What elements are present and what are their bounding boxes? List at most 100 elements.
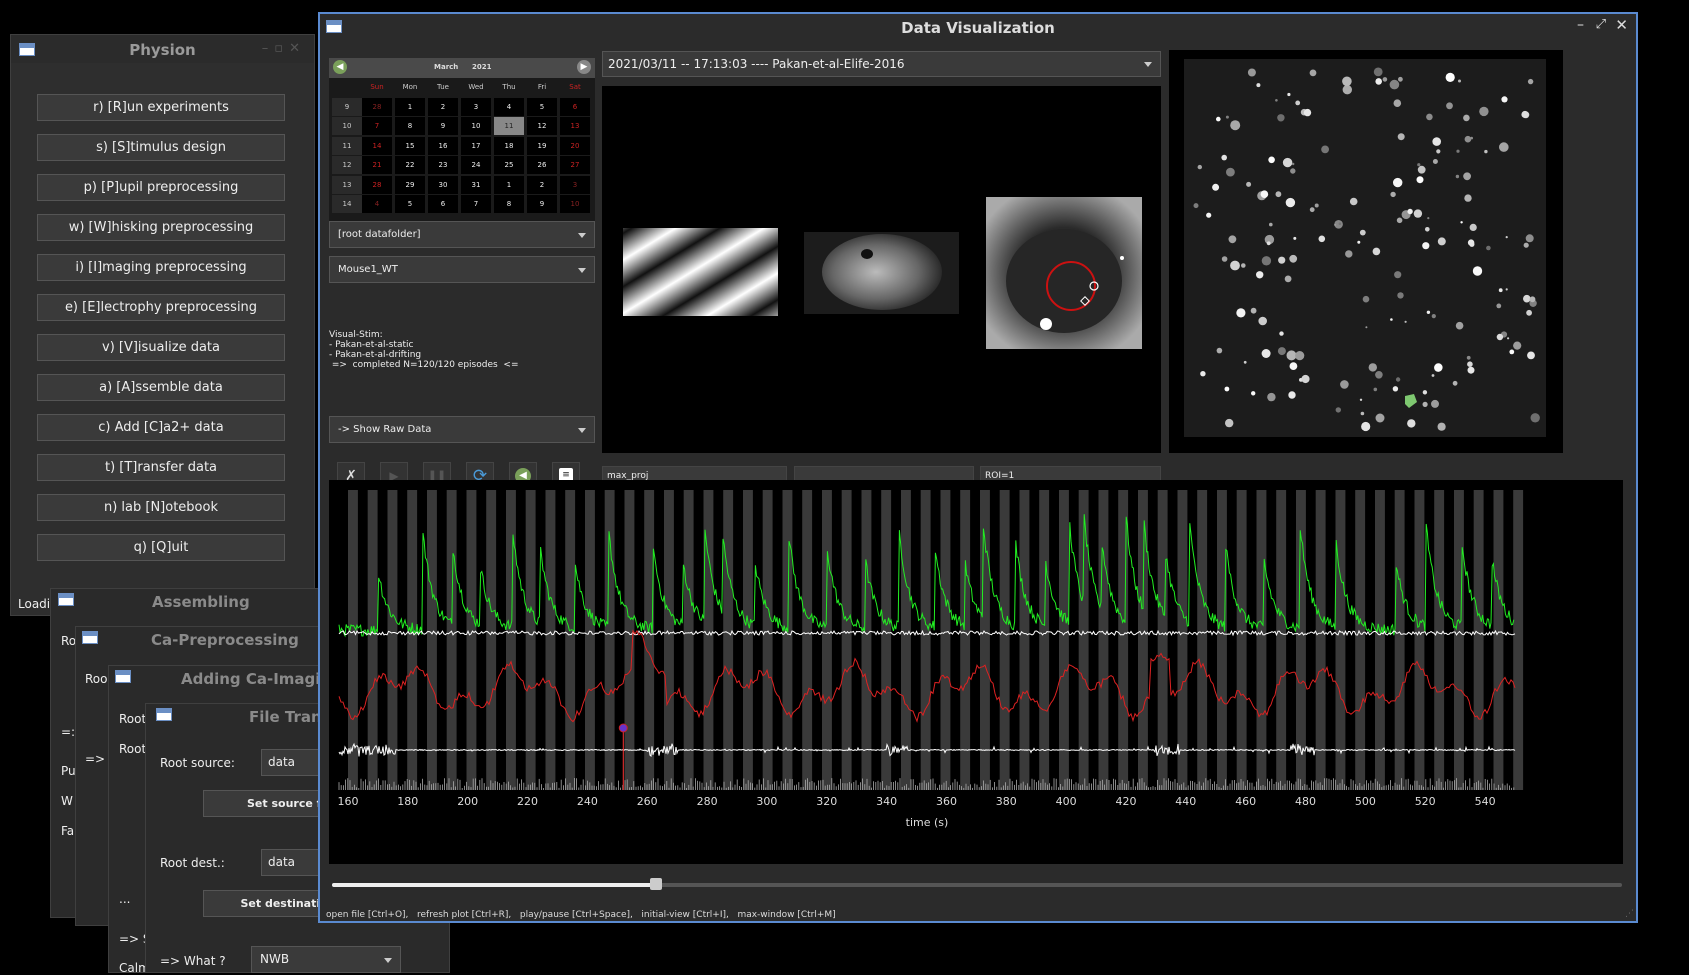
calendar-day[interactable]: 20 — [560, 136, 590, 155]
electrophy-preprocessing-button[interactable]: e) [E]lectrophy preprocessing — [37, 294, 285, 321]
assemble-data-button[interactable]: a) [A]ssemble data — [37, 374, 285, 401]
minimize-icon[interactable]: – — [1577, 17, 1584, 33]
subject-select[interactable]: Mouse1_WT — [329, 256, 595, 283]
calendar-day[interactable]: 1 — [395, 97, 425, 116]
calendar-day[interactable]: 8 — [494, 195, 524, 213]
assembling-title: Assembling — [152, 593, 250, 611]
stimulus-episode-bar — [743, 490, 753, 790]
calendar-day[interactable]: 2 — [527, 175, 557, 194]
calendar-day[interactable]: 17 — [461, 136, 491, 155]
calendar-year[interactable]: 2021 — [472, 63, 491, 71]
whisking-preprocessing-button[interactable]: w) [W]hisking preprocessing — [37, 214, 285, 241]
calendar-day[interactable]: 28 — [362, 97, 392, 116]
quit-button[interactable]: q) [Q]uit — [37, 534, 285, 561]
calendar-day[interactable]: 3 — [560, 175, 590, 194]
calendar-day[interactable]: 28 — [362, 175, 392, 194]
calendar-day[interactable]: 21 — [362, 156, 392, 174]
calendar-day[interactable]: 6 — [560, 97, 590, 116]
stimulus-episode-bar — [782, 490, 793, 790]
calendar-day[interactable]: 4 — [494, 97, 524, 116]
close-icon[interactable]: ✕ — [1615, 16, 1628, 34]
calendar-day[interactable]: 7 — [461, 195, 491, 213]
window-controls-icon[interactable]: –​▫✕ — [262, 41, 306, 56]
calendar-day[interactable]: 5 — [395, 195, 425, 213]
cell-soma — [1375, 413, 1385, 423]
datafile-select[interactable]: 2021/03/11 -- 17:13:03 ---- Pakan-et-al-… — [602, 51, 1161, 77]
calendar-day[interactable]: 23 — [428, 156, 458, 174]
calendar-day[interactable]: 27 — [560, 156, 590, 174]
file-transfer-title: File Tran — [249, 708, 322, 726]
stimulus-episode-bar — [1513, 490, 1524, 790]
calendar-day[interactable]: 3 — [461, 97, 491, 116]
calendar-day[interactable]: 2 — [428, 97, 458, 116]
calendar-day[interactable]: 4 — [362, 195, 392, 213]
stimulus-episode-bar — [1394, 490, 1405, 790]
calendar-day[interactable]: 26 — [527, 156, 557, 174]
dv-titlebar[interactable]: Data Visualization – ⤢ ✕ — [320, 14, 1636, 40]
calendar-day[interactable]: 9 — [527, 195, 557, 213]
cell-soma — [1289, 254, 1298, 263]
cell-soma — [1530, 413, 1540, 423]
visualize-data-button[interactable]: v) [V]isualize data — [37, 334, 285, 361]
stimulus-episode-bar — [1473, 490, 1484, 790]
raw-data-select[interactable]: -> Show Raw Data — [329, 416, 595, 443]
stimulus-design-button[interactable]: s) [S]timulus design — [37, 134, 285, 161]
cursor-marker[interactable] — [618, 723, 628, 733]
calendar-day[interactable]: 10 — [461, 117, 491, 135]
what-select[interactable]: NWB — [251, 946, 401, 973]
cell-soma — [1287, 92, 1291, 97]
calendar-day[interactable]: 11 — [494, 117, 524, 135]
calendar-day[interactable]: 6 — [428, 195, 458, 213]
imaging-preprocessing-button[interactable]: i) [I]maging preprocessing — [37, 254, 285, 281]
transfer-data-button[interactable]: t) [T]ransfer data — [37, 454, 285, 481]
prev-month-icon[interactable]: ◀ — [333, 60, 347, 74]
cell-soma — [1258, 316, 1267, 326]
calendar-day[interactable]: 7 — [362, 117, 392, 135]
resize-grip-icon[interactable]: ⋰ — [1625, 909, 1634, 919]
maximize-icon[interactable]: ⤢ — [1596, 17, 1606, 32]
next-month-icon[interactable]: ▶ — [577, 60, 591, 74]
cell-soma — [1426, 113, 1433, 121]
calendar-day[interactable]: 18 — [494, 136, 524, 155]
cell-soma — [1467, 366, 1475, 374]
cell-soma — [1416, 176, 1424, 184]
calendar-day[interactable]: 29 — [395, 175, 425, 194]
cell-soma — [1251, 391, 1256, 396]
calendar-day[interactable]: 5 — [527, 97, 557, 116]
pupil-preprocessing-button[interactable]: p) [P]upil preprocessing — [37, 174, 285, 201]
calendar-day[interactable]: 9 — [428, 117, 458, 135]
calendar-day[interactable]: 22 — [395, 156, 425, 174]
calendar-day[interactable]: 10 — [560, 195, 590, 213]
assembling-label-fa: Fa — [61, 824, 75, 838]
info-line: => completed N=120/120 episodes <= — [329, 360, 519, 370]
physion-titlebar[interactable]: Physion –​▫✕ — [11, 35, 314, 63]
add-ca-data-button[interactable]: c) Add [C]a2+ data — [37, 414, 285, 441]
calendar-day[interactable]: 16 — [428, 136, 458, 155]
raw-data-plot[interactable]: 160 180 200 220 240 260 280 300 320 340 360 380 400 4… — [329, 480, 1623, 864]
calendar-day[interactable]: 15 — [395, 136, 425, 155]
time-slider-handle[interactable] — [650, 878, 662, 890]
run-experiments-button[interactable]: r) [R]un experiments — [37, 94, 285, 121]
calendar-day[interactable]: 25 — [494, 156, 524, 174]
lab-notebook-button[interactable]: n) lab [N]otebook — [37, 494, 285, 521]
x-tick-label: 300 — [756, 795, 777, 808]
calendar-day[interactable]: 19 — [527, 136, 557, 155]
cell-soma — [1206, 212, 1212, 218]
stimulus-episode-bar — [1315, 490, 1326, 790]
calendar-day[interactable]: 8 — [395, 117, 425, 135]
calendar-day[interactable]: 24 — [461, 156, 491, 174]
calendar-day[interactable]: 14 — [362, 136, 392, 155]
calendar-day[interactable]: 31 — [461, 175, 491, 194]
calendar-day[interactable]: 30 — [428, 175, 458, 194]
calendar-day[interactable]: 1 — [494, 175, 524, 194]
datafolder-select[interactable]: [root datafolder] — [329, 221, 595, 248]
time-slider[interactable] — [332, 878, 1622, 890]
calendar-day[interactable]: 12 — [527, 117, 557, 135]
cell-soma — [1293, 236, 1297, 240]
cell-soma — [1397, 292, 1404, 299]
x-tick-label: 540 — [1475, 795, 1496, 808]
cell-soma — [1277, 114, 1285, 122]
calendar-day[interactable]: 13 — [560, 117, 590, 135]
cell-soma — [1464, 135, 1472, 143]
calendar-month[interactable]: March — [434, 63, 458, 71]
